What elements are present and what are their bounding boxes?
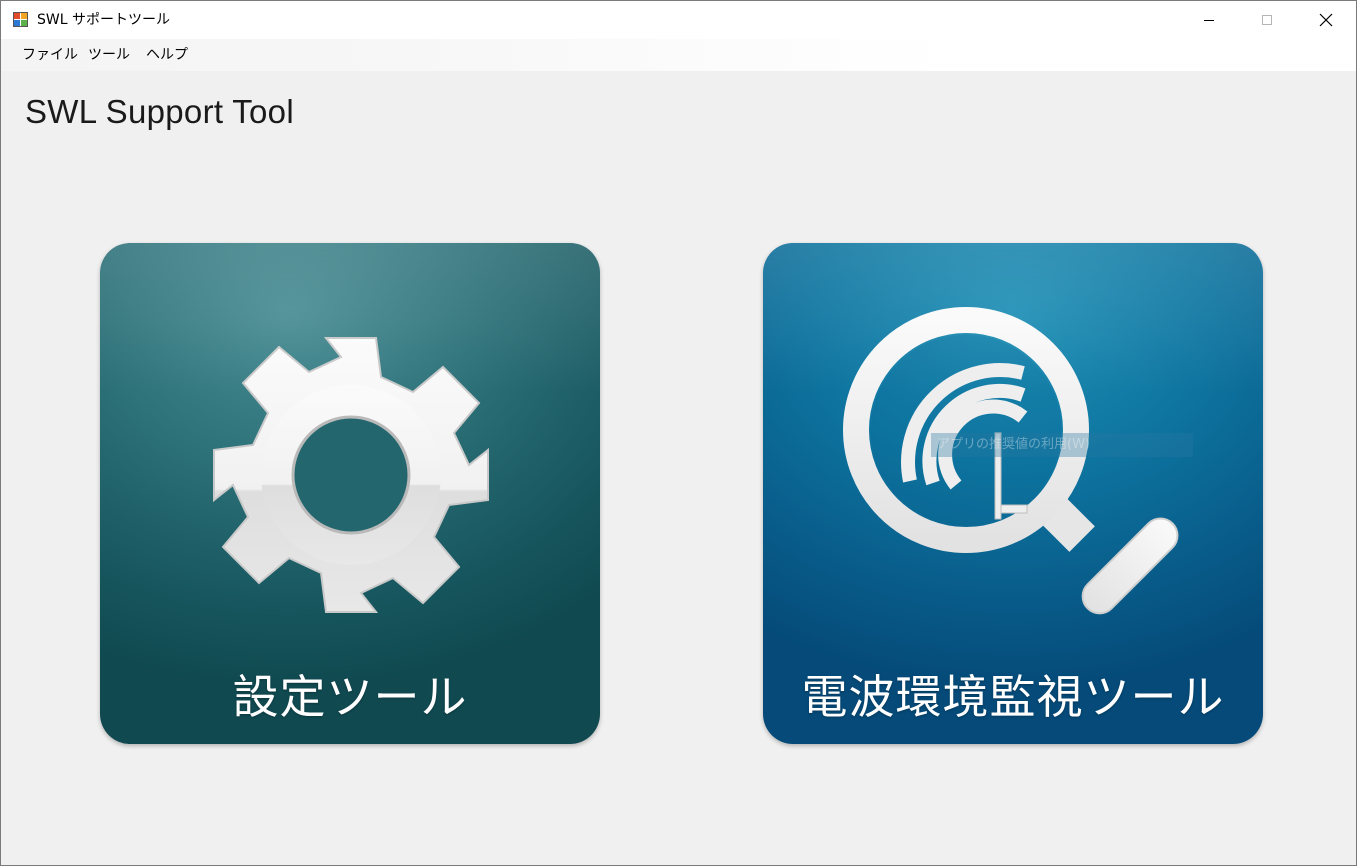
app-icon [13,12,28,27]
menu-help[interactable]: ヘルプ [144,46,190,64]
minimize-icon [1204,20,1214,21]
title-bar[interactable]: SWL サポートツール [1,1,1356,39]
radio-monitor-tool-label: 電波環境監視ツール [801,670,1225,724]
close-button[interactable] [1297,1,1355,39]
maximize-icon [1262,15,1272,25]
close-icon [1319,13,1333,27]
window-title: SWL サポートツール [37,12,170,28]
page-title: SWL Support Tool [25,93,294,130]
settings-tool-label: 設定ツール [232,670,468,724]
menu-tools[interactable]: ツール [86,46,132,64]
app-window: SWL サポートツール ファイル ツール ヘルプ SWL Support Too… [0,0,1357,866]
settings-tool-button[interactable]: 設定ツール [100,243,600,744]
minimize-button[interactable] [1180,1,1238,39]
radio-monitor-tool-button[interactable]: 電波環境監視ツール [763,243,1263,744]
menu-file[interactable]: ファイル [20,46,80,64]
radio-search-icon [843,307,1179,615]
maximize-button[interactable] [1238,1,1296,39]
gear-icon [213,337,489,613]
menu-bar: ファイル ツール ヘルプ [1,39,1356,71]
